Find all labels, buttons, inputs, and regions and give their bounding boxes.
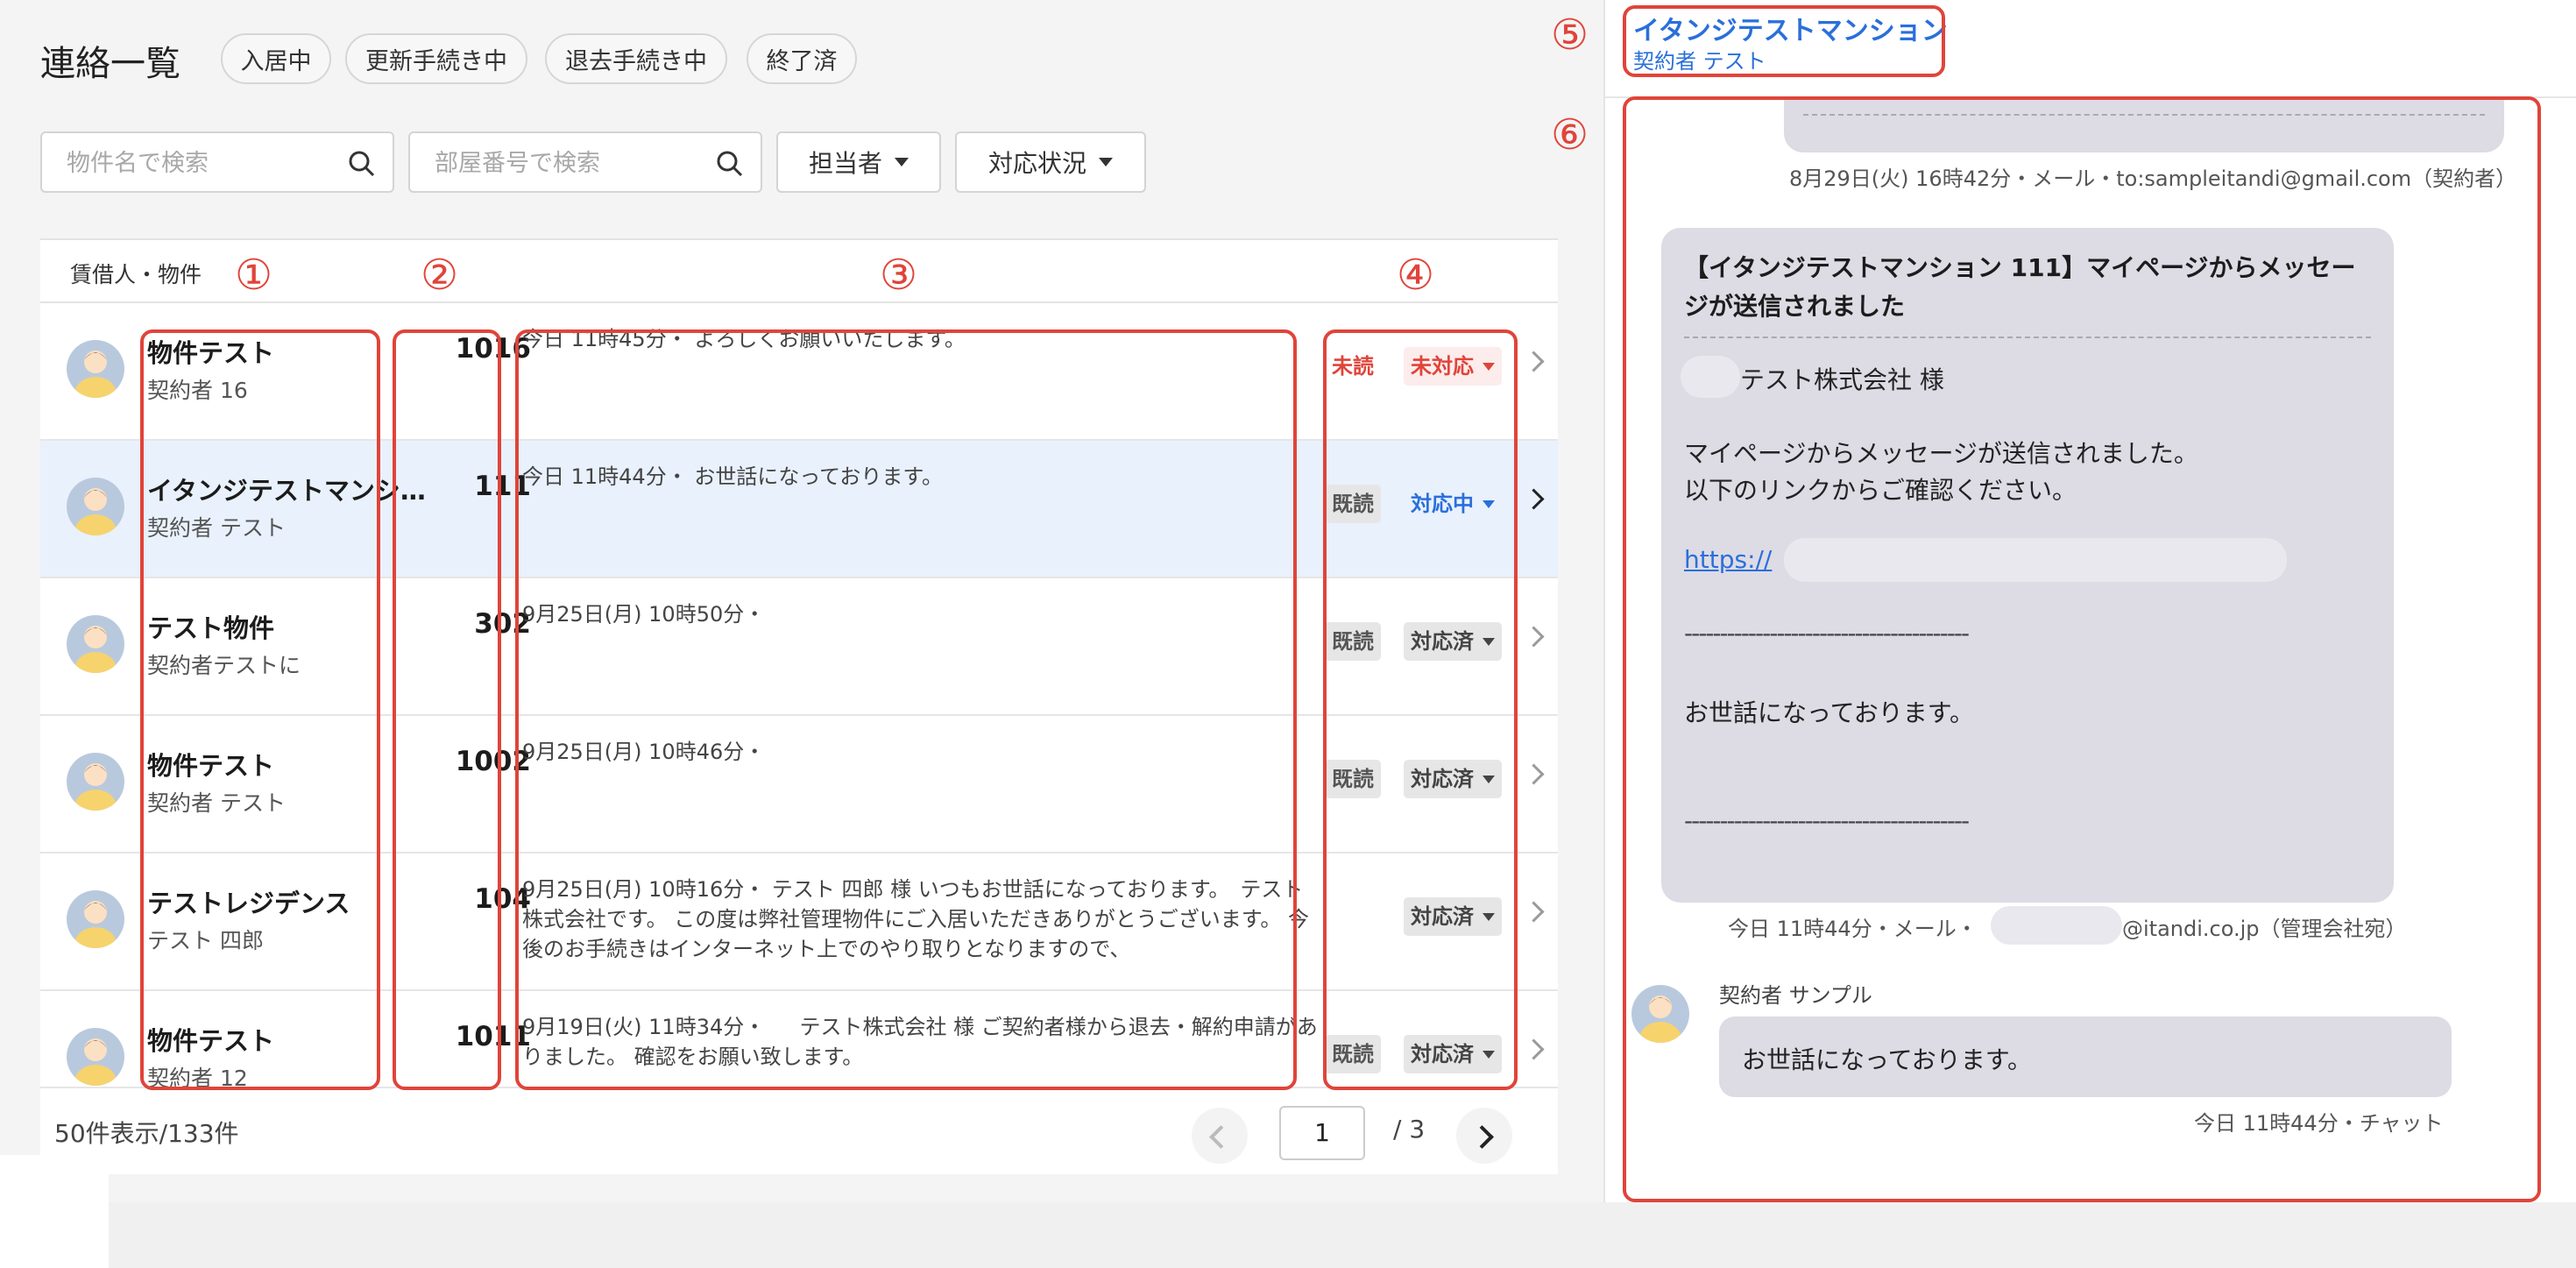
next-page-button[interactable] [1456, 1108, 1512, 1164]
chevron-right-icon[interactable] [1523, 1038, 1545, 1060]
person-icon [74, 351, 117, 398]
column-header-tenant-property: 賃借人・物件 [70, 262, 202, 287]
person-icon [74, 901, 117, 948]
person-icon [74, 763, 117, 811]
room-search-box [408, 131, 762, 193]
blank-area [0, 1155, 109, 1268]
avatar [67, 1028, 124, 1086]
property-search-box [40, 131, 394, 193]
filter-chip-moving-out[interactable]: 退去手続き中 [545, 33, 727, 84]
avatar [67, 340, 124, 398]
status-dropdown[interactable]: 対応状況 [955, 131, 1146, 193]
assignee-dropdown-label: 担当者 [808, 149, 882, 178]
assignee-dropdown[interactable]: 担当者 [776, 131, 941, 193]
annotation-box-conversation [1623, 96, 2541, 1202]
annotation-box-status [1323, 329, 1518, 1090]
pagination-bar: 50件表示/133件 1 / 3 [40, 1087, 1558, 1174]
avatar [67, 753, 124, 811]
annotation-box-property [140, 329, 380, 1090]
chevron-right-icon[interactable] [1523, 351, 1545, 372]
status-dropdown-label: 対応状況 [987, 149, 1086, 178]
chevron-right-icon[interactable] [1523, 901, 1545, 923]
room-search-input[interactable] [433, 145, 717, 181]
chevron-right-icon[interactable] [1523, 488, 1545, 510]
filter-chip-residing[interactable]: 入居中 [221, 33, 331, 84]
annotation-number: ⑥ [1551, 110, 1589, 159]
chevron-right-icon[interactable] [1523, 763, 1545, 785]
page-title: 連絡一覧 [40, 44, 180, 84]
filter-chip-ended[interactable]: 終了済 [747, 33, 857, 84]
page-number-input[interactable]: 1 [1279, 1106, 1365, 1160]
person-icon [74, 1038, 117, 1086]
search-icon[interactable] [715, 149, 745, 179]
result-count: 50件表示/133件 [54, 1119, 239, 1148]
annotation-box-message [515, 329, 1297, 1090]
annotation-number: ② [421, 251, 459, 300]
annotation-box-room [393, 329, 501, 1090]
bottom-bar [109, 1202, 2576, 1268]
person-icon [74, 626, 117, 673]
page-total: / 3 [1393, 1115, 1426, 1144]
annotation-box-header [1623, 5, 1945, 77]
avatar [67, 615, 124, 673]
person-icon [74, 488, 117, 535]
annotation-number: ④ [1397, 251, 1435, 300]
annotation-number: ③ [880, 251, 918, 300]
caret-down-icon [895, 158, 909, 166]
filter-chip-renewal[interactable]: 更新手続き中 [345, 33, 527, 84]
annotation-number: ⑤ [1551, 11, 1589, 60]
chevron-right-icon [1470, 1125, 1494, 1149]
avatar [67, 890, 124, 948]
property-search-input[interactable] [65, 145, 349, 181]
search-icon[interactable] [347, 149, 377, 179]
chevron-right-icon[interactable] [1523, 626, 1545, 648]
annotation-number: ① [235, 251, 273, 300]
chevron-left-icon [1209, 1125, 1233, 1149]
prev-page-button[interactable] [1192, 1108, 1248, 1164]
avatar [67, 478, 124, 535]
caret-down-icon [1099, 158, 1113, 166]
